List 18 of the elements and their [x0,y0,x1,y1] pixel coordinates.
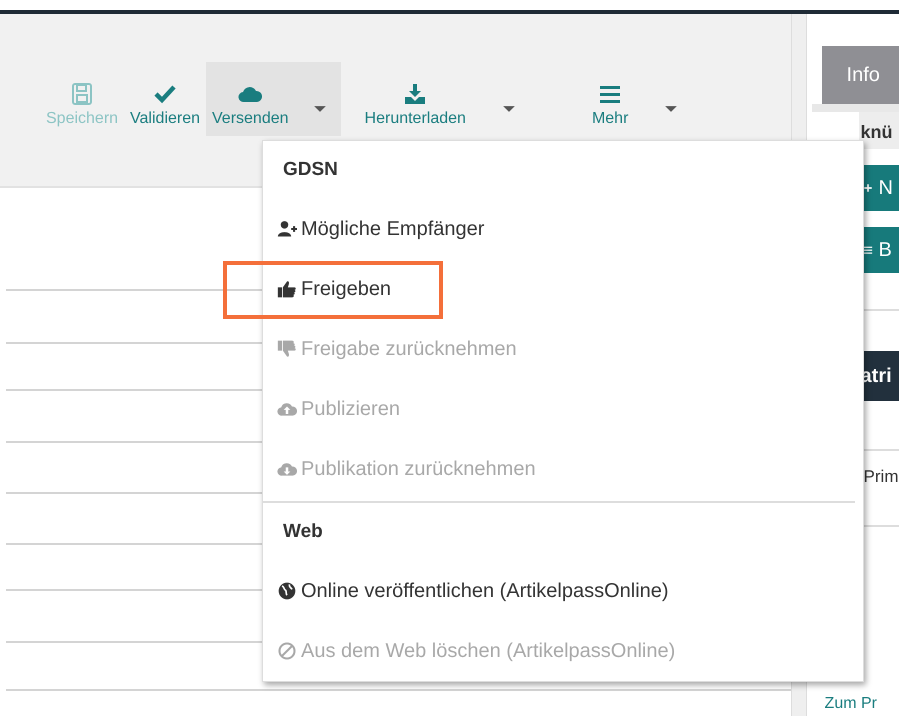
menu-section-title: GDSN [282,158,339,182]
menu-section-title: Web [282,520,324,544]
toolbar-button[interactable]: Validieren [124,62,206,136]
toolbar-button[interactable]: Versenden [206,62,341,136]
row-text: Prim [864,467,899,487]
toolbar-button[interactable]: Herunterladen [358,62,530,136]
info-tab[interactable]: Info [822,46,899,104]
menu-item[interactable]: Online veröffentlichen (ArtikelpassOnline) [263,561,863,621]
ban-icon [277,641,297,661]
thumbs-up-icon [277,279,297,299]
user-plus-icon [277,219,297,239]
globe-icon [277,581,297,601]
thumbs-down-icon [277,339,297,359]
toolbar-button[interactable]: Mehr [546,62,692,136]
section-title: knü [858,112,899,149]
link[interactable]: Zum Pr [824,695,899,713]
download-icon [403,82,428,106]
save-icon [70,82,94,106]
